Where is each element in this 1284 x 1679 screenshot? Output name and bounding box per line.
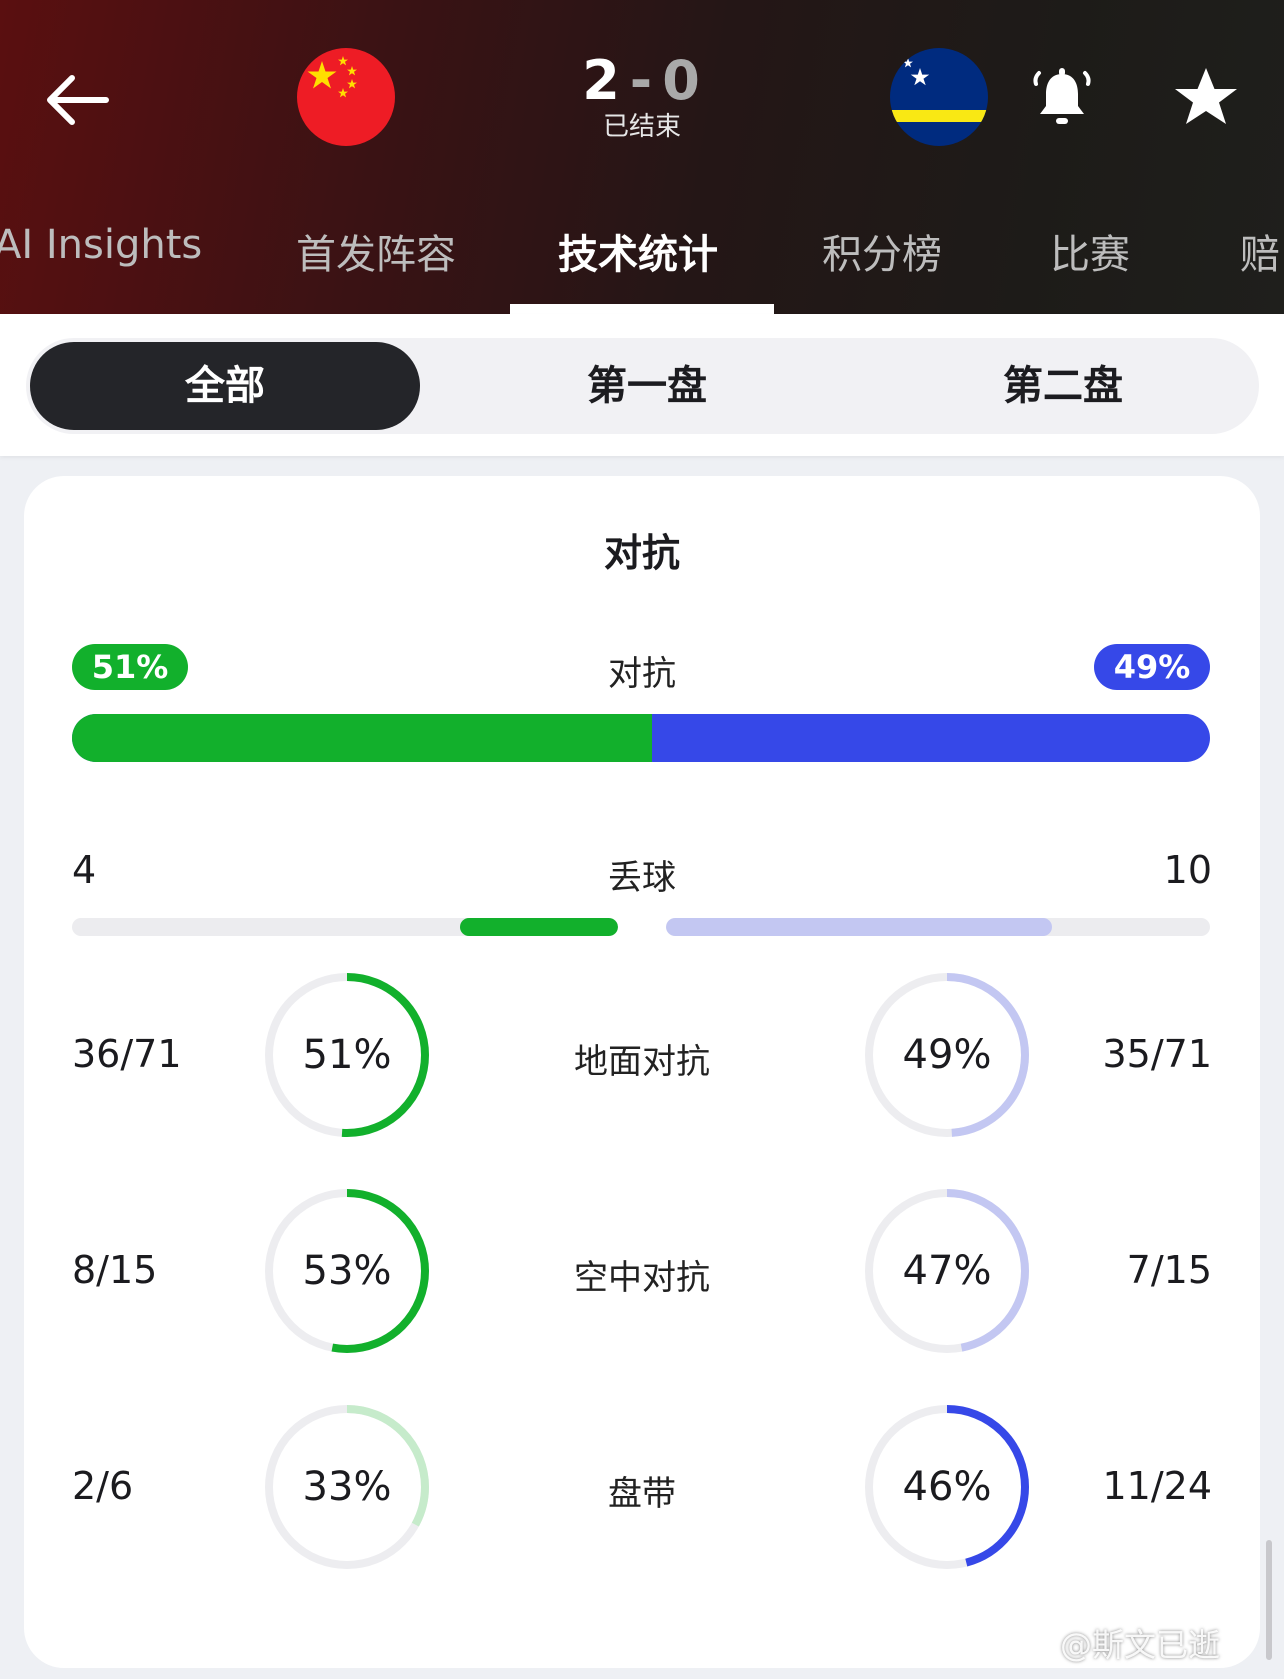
period-filter-bar: 全部 第一盘 第二盘 [0,314,1284,456]
tab-ai-insights[interactable]: AI Insights [0,222,202,268]
bell-icon[interactable] [1026,62,1098,134]
star-icon[interactable] [1170,62,1242,134]
away-pct-text: 49% [902,1032,992,1078]
tab-standings[interactable]: 积分榜 [822,222,942,280]
ring-away-value: 7/15 [1126,1248,1212,1292]
lost-ball-away-bar [666,918,1210,936]
duels-stats-card: 对抗 51% 对抗 49% 4 丢球 10 36/71 地面对抗 35/71 51% 4… [24,476,1260,1668]
period-segmented-control: 全部 第一盘 第二盘 [26,338,1259,434]
tab-stats[interactable]: 技术统计 [558,222,718,280]
back-arrow-icon[interactable] [42,60,122,140]
away-team-flag[interactable] [890,48,988,146]
ring-stat-label: 地面对抗 [574,1042,710,1082]
scoreboard: 2-0 已结束 [542,50,742,143]
segment-all[interactable]: 全部 [30,342,420,430]
lost-ball-home-bar [72,918,618,936]
away-score: 0 [662,49,702,112]
home-team-flag[interactable] [297,48,395,146]
match-status: 已结束 [602,112,681,142]
score-dash: - [629,49,655,112]
lost-ball-label: 丢球 [608,858,676,898]
tab-matches[interactable]: 比赛 [1050,222,1130,280]
match-tabs: AI Insights 首发阵容 技术统计 积分榜 比赛 赔 [0,210,1284,314]
duels-comparison-bar [72,714,1210,762]
lost-ball-home-fill [459,918,618,936]
ring-stat-label: 空中对抗 [574,1258,710,1298]
match-header: 2-0 已结束 AI Insights 首发阵容 技术统计 积分榜 比赛 赔 [0,0,1284,314]
away-pct-text: 47% [902,1248,992,1294]
active-tab-indicator [510,304,774,314]
away-pct-text: 46% [902,1464,992,1510]
away-duels-pct-badge: 49% [1094,644,1210,690]
scrollbar-thumb[interactable] [1266,1540,1272,1660]
segment-first-set[interactable]: 第一盘 [462,342,832,430]
card-title: 对抗 [603,531,680,575]
tab-odds[interactable]: 赔 [1240,222,1280,280]
duels-label: 对抗 [608,654,676,694]
lost-ball-away-value: 10 [1163,848,1212,892]
home-pct-text: 33% [302,1464,392,1510]
tab-lineups[interactable]: 首发阵容 [296,222,456,280]
duels-home-fill [72,714,653,762]
home-score: 2 [582,49,622,112]
watermark: @斯文已逝 [1060,1626,1221,1664]
segment-second-set[interactable]: 第二盘 [878,342,1248,430]
lost-ball-away-fill [666,918,1053,936]
home-pct-text: 51% [302,1032,392,1078]
ring-away-value: 35/71 [1102,1032,1212,1076]
home-pct-text: 53% [302,1248,392,1294]
ring-away-value: 11/24 [1102,1464,1212,1508]
score-line: 2-0 [542,50,742,112]
ring-stat-label: 盘带 [608,1474,676,1514]
